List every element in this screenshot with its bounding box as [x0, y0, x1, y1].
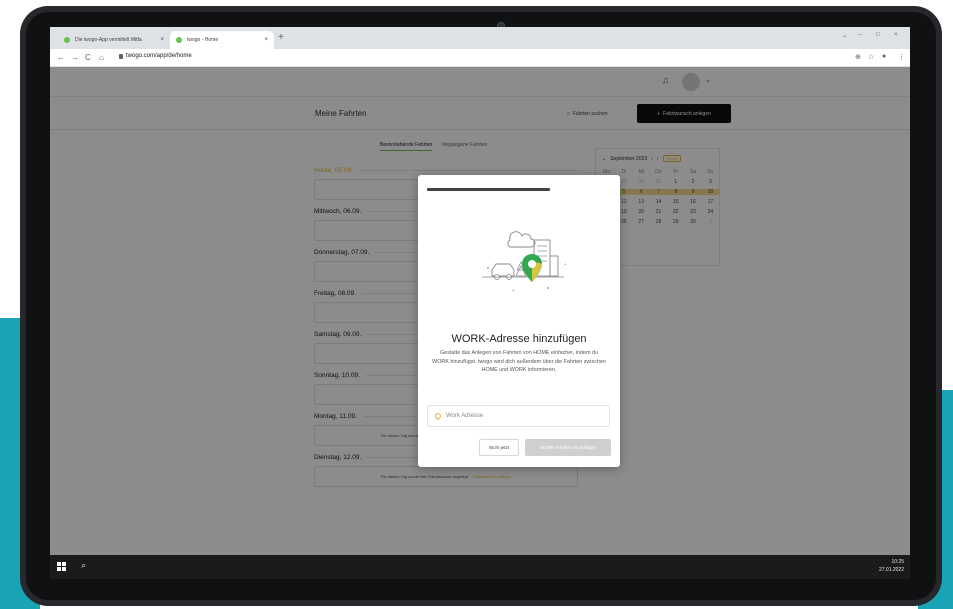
screen: Die twogo-App vermittelt Mitfa × twogo -…	[50, 27, 910, 579]
dialog-progress-bar	[427, 188, 550, 191]
url-field[interactable]: twogo.com/app/de/home	[126, 53, 192, 59]
close-tab-icon[interactable]: ×	[264, 37, 268, 43]
browser-menu-icon[interactable]: ⋮	[898, 53, 905, 61]
search-icon[interactable]: ⌕	[81, 560, 86, 571]
windows-taskbar: ⌕ 10:25 27.01.2022	[50, 555, 910, 579]
home-icon[interactable]: ⌂	[99, 53, 104, 62]
location-pin-icon	[433, 411, 443, 421]
forward-icon[interactable]: →	[71, 53, 79, 62]
tab-title: twogo - Home	[187, 37, 219, 43]
not-now-button[interactable]: Nicht jetzt	[479, 439, 519, 456]
chevron-down-icon[interactable]: ⌄	[842, 32, 847, 39]
browser-tab-bar: Die twogo-App vermittelt Mitfa × twogo -…	[50, 27, 910, 49]
work-address-input[interactable]: Work Adresse	[427, 405, 610, 427]
close-tab-icon[interactable]: ×	[160, 37, 164, 43]
dialog-description: Gestalte das Anlegen von Fahrten von HOM…	[432, 350, 606, 374]
bookmark-star-icon[interactable]: ☆	[868, 53, 874, 61]
add-work-address-dialog: + + WORK-Adresse hinzufügen Gestalte das…	[418, 175, 620, 467]
reload-icon[interactable]: C	[85, 53, 91, 62]
clock-date: 27.01.2022	[878, 567, 904, 573]
install-icon[interactable]: ⊕	[855, 53, 861, 61]
twogo-favicon-icon	[64, 37, 70, 43]
back-icon[interactable]: ←	[57, 53, 65, 62]
svg-text:+: +	[564, 262, 567, 268]
system-clock[interactable]: 10:25 27.01.2022	[879, 558, 904, 574]
web-page: ♫ ⌄ Meine Fahrten ⌕ Fahrten suchen + Fah…	[50, 67, 910, 555]
add-work-address-button[interactable]: WORK-Adresse hinzufügen	[525, 439, 611, 456]
new-tab-button[interactable]: +	[278, 32, 284, 43]
twogo-favicon-icon	[176, 37, 182, 43]
browser-tab[interactable]: Die twogo-App vermittelt Mitfa ×	[58, 31, 170, 49]
browser-tab-active[interactable]: twogo - Home ×	[170, 31, 274, 49]
close-window-button[interactable]: ×	[894, 32, 898, 38]
profile-icon[interactable]: ●	[882, 53, 886, 60]
minimize-button[interactable]: –	[858, 32, 861, 38]
windows-start-icon[interactable]	[57, 562, 66, 571]
svg-text:+: +	[512, 288, 515, 294]
maximize-button[interactable]: □	[876, 32, 880, 38]
work-address-placeholder: Work Adresse	[446, 413, 484, 419]
address-bar-row: ← → C ⌂ twogo.com/app/de/home ⊕ ☆ ● ⋮	[50, 49, 910, 67]
lock-icon	[119, 54, 123, 59]
dialog-title: WORK-Adresse hinzufügen	[451, 333, 587, 345]
city-commute-illustration-icon: + +	[482, 231, 567, 294]
clock-time: 10:25	[891, 559, 904, 565]
tab-title: Die twogo-App vermittelt Mitfa	[75, 37, 142, 43]
